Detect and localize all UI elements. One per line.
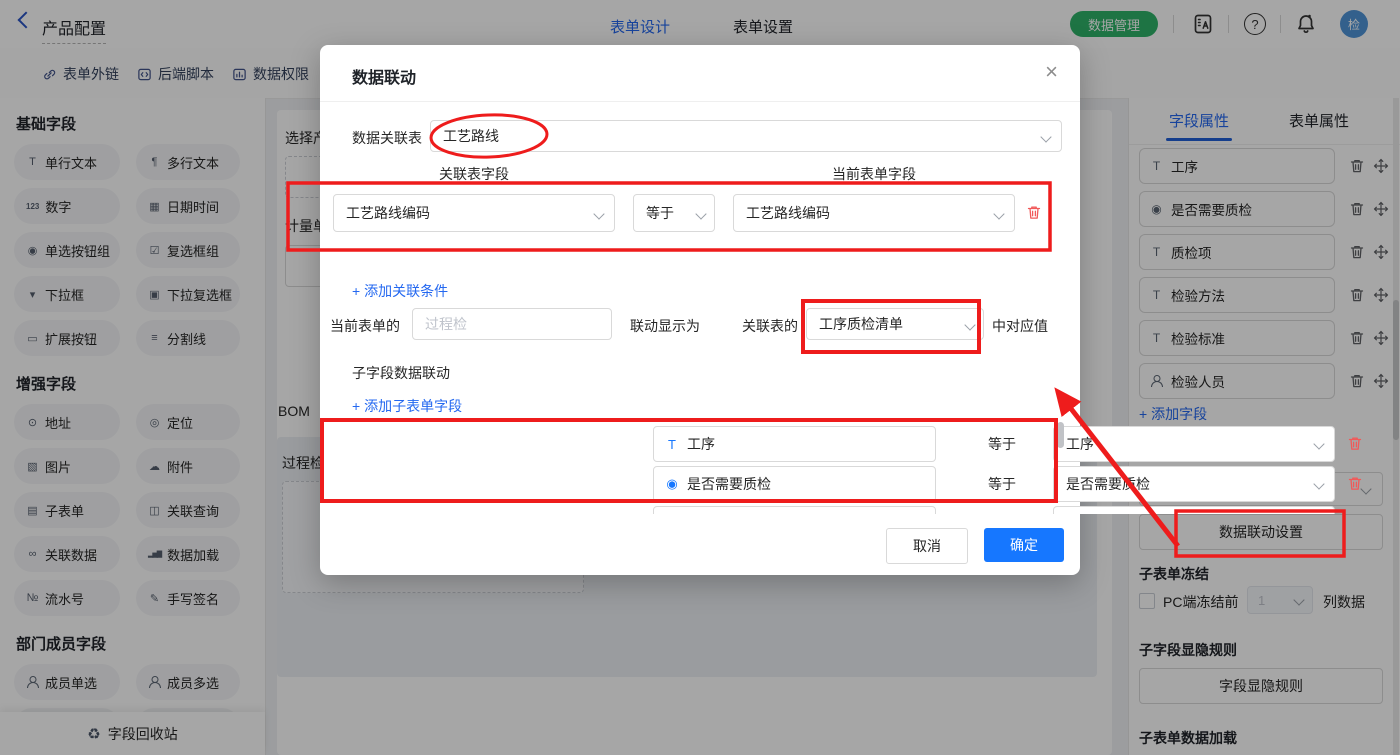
subfield-row-gongxu: T 工序 等于 工序: [653, 426, 1376, 462]
suffix-label: 中对应值: [992, 318, 1048, 334]
data-linkage-dialog: 数据联动 × 数据关联表 工艺路线 关联表字段 当前表单字段 工艺路线编码 等于…: [320, 45, 1080, 575]
subfield-source[interactable]: [653, 506, 936, 514]
condition-left-value: 工艺路线编码: [346, 205, 430, 221]
condition-right-value: 工艺路线编码: [746, 205, 830, 221]
link-table-value: 工艺路线: [443, 128, 499, 144]
text-icon: T: [668, 436, 676, 452]
current-field-input[interactable]: [412, 308, 612, 340]
link-table-select[interactable]: 工艺路线: [430, 120, 1062, 152]
dialog-title: 数据联动: [352, 70, 417, 87]
column-header-left: 关联表字段: [439, 166, 509, 182]
subfield-label: 工序: [687, 436, 715, 452]
chevron-down-icon: [1313, 478, 1325, 490]
condition-right-select[interactable]: 工艺路线编码: [733, 194, 1015, 232]
divider: [320, 101, 1080, 102]
subfield-label: 是否需要质检: [687, 476, 771, 492]
condition-op-value: 等于: [646, 205, 674, 221]
subfield-rows-scroll-area: T 工序 等于 工序 ◉ 是否需要质检 等于 是否需要质检: [653, 422, 1376, 514]
chevron-down-icon: [1040, 131, 1052, 143]
subfield-linkage-title: 子字段数据联动: [352, 365, 450, 381]
close-icon[interactable]: ×: [1045, 61, 1058, 83]
related-field-value: 工序质检清单: [819, 316, 903, 332]
chevron-down-icon: [964, 319, 976, 331]
condition-op-select[interactable]: 等于: [633, 194, 715, 232]
confirm-button[interactable]: 确定: [984, 528, 1064, 562]
display-as-label: 联动显示为: [630, 318, 700, 334]
subfield-row-need-qc: ◉ 是否需要质检 等于 是否需要质检: [653, 466, 1376, 502]
related-field-select[interactable]: 工序质检清单: [806, 308, 984, 340]
subfield-op: 等于: [988, 476, 1016, 492]
subfield-target-select[interactable]: 工序: [1053, 426, 1335, 462]
chevron-down-icon: [695, 208, 707, 220]
condition-left-select[interactable]: 工艺路线编码: [333, 194, 615, 232]
column-header-right: 当前表单字段: [832, 166, 916, 182]
radio-icon: ◉: [666, 476, 678, 491]
subfield-target-value: 是否需要质检: [1066, 476, 1150, 492]
subfield-op: 等于: [988, 436, 1016, 452]
chevron-down-icon: [993, 208, 1005, 220]
subfield-target-select[interactable]: [1053, 506, 1335, 514]
add-subfield-link[interactable]: + 添加子表单字段: [352, 396, 462, 416]
subfield-source[interactable]: T 工序: [653, 426, 936, 462]
delete-subfield-icon[interactable]: [1347, 435, 1363, 452]
subfield-row-partial: [653, 506, 1376, 514]
related-table-label: 关联表的: [742, 318, 798, 334]
subfield-target-value: 工序: [1066, 436, 1094, 452]
subfield-target-select[interactable]: 是否需要质检: [1053, 466, 1335, 502]
add-condition-link[interactable]: + 添加关联条件: [352, 281, 448, 301]
delete-subfield-icon[interactable]: [1347, 475, 1363, 492]
subfield-source[interactable]: ◉ 是否需要质检: [653, 466, 936, 502]
cancel-button[interactable]: 取消: [886, 528, 968, 564]
chevron-down-icon: [1313, 438, 1325, 450]
link-table-label: 数据关联表: [352, 130, 422, 146]
app-window: 产品配置 表单设计 表单设置 数据管理 ? 检 表单外链 后端脚本 数据权限 预…: [0, 0, 1400, 755]
modal-scrollbar-thumb[interactable]: [1057, 422, 1064, 448]
chevron-down-icon: [593, 208, 605, 220]
delete-condition-icon[interactable]: [1026, 204, 1042, 221]
current-form-label: 当前表单的: [330, 318, 400, 334]
